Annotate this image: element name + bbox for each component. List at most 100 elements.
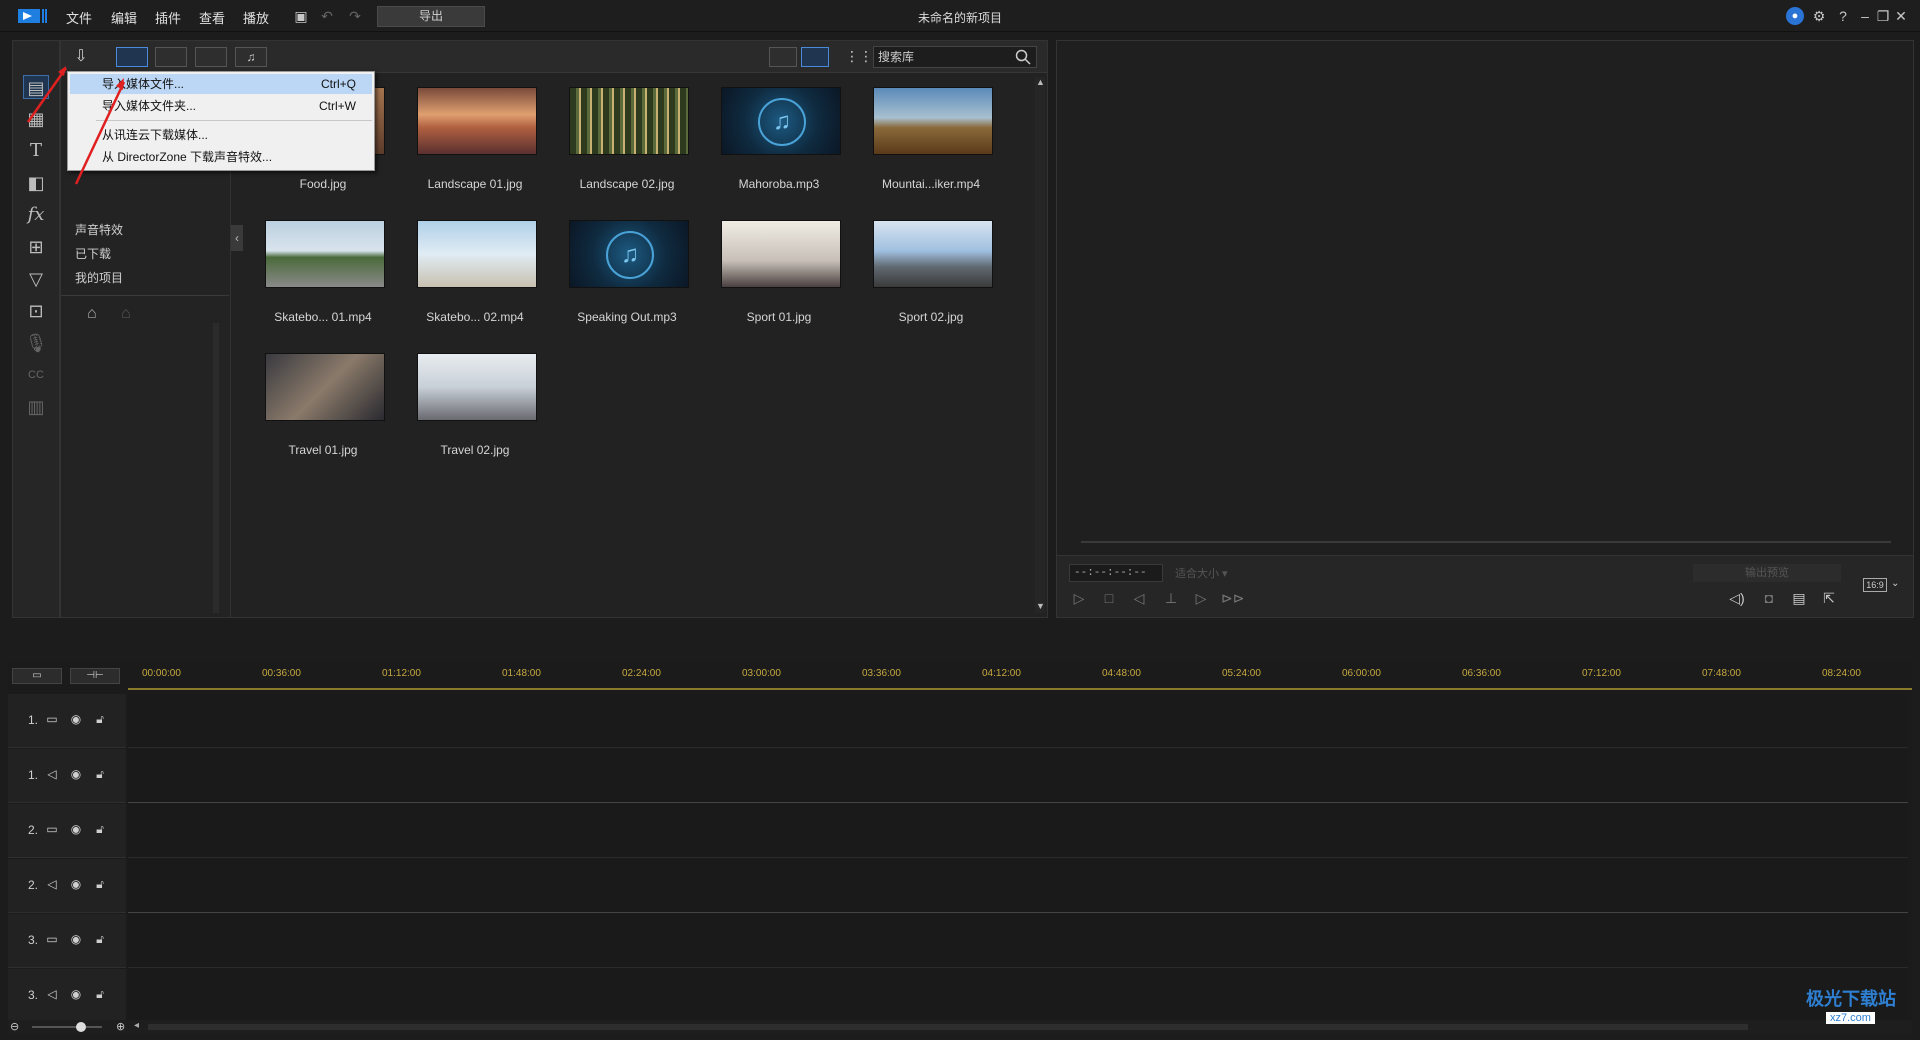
close-icon[interactable]: ✕: [1892, 7, 1910, 25]
collapse-panel-icon[interactable]: ‹: [231, 225, 243, 251]
track-header-video-2[interactable]: 2. ▭ ◉ 🔓︎: [8, 804, 126, 858]
restore-icon[interactable]: ❐: [1874, 7, 1892, 25]
settings-icon[interactable]: ⚙: [1810, 7, 1828, 25]
output-preview-button[interactable]: 输出预览: [1693, 564, 1841, 582]
next-frame-icon[interactable]: ▷: [1191, 588, 1211, 608]
menu-edit[interactable]: 编辑: [111, 8, 137, 27]
undo-icon[interactable]: ↶: [318, 7, 336, 25]
save-icon[interactable]: ▣: [292, 7, 310, 25]
lock-icon[interactable]: 🔓︎: [92, 821, 108, 837]
lock-icon[interactable]: 🔓︎: [92, 931, 108, 947]
preview-scrubber[interactable]: [1081, 541, 1891, 543]
media-room-icon[interactable]: ▤: [23, 75, 49, 99]
track-header-video-1[interactable]: 1. ▭ ◉ 🔓︎: [8, 694, 126, 748]
eye-icon[interactable]: ◉: [68, 876, 84, 892]
scroll-down-icon[interactable]: ▼: [1036, 601, 1045, 611]
import-icon[interactable]: ⇩: [67, 47, 95, 67]
menu-plugins[interactable]: 插件: [155, 8, 181, 27]
export-button[interactable]: 导出: [377, 6, 485, 27]
cc-room-icon[interactable]: CC: [23, 363, 49, 387]
track-header-audio-2[interactable]: 2. ◁ ◉ 🔓︎: [8, 859, 126, 913]
redo-icon[interactable]: ↷: [346, 7, 364, 25]
media-item[interactable]: ♫ Speaking Out.mp3: [565, 214, 689, 332]
media-item[interactable]: Travel 01.jpg: [261, 347, 385, 465]
category-sound-effects[interactable]: 声音特效: [75, 221, 123, 238]
volume-icon[interactable]: ◁): [1727, 588, 1747, 608]
chapter-room-icon[interactable]: ▥: [23, 395, 49, 419]
voice-room-icon[interactable]: 🎙: [23, 331, 49, 355]
media-item[interactable]: Landscape 01.jpg: [413, 81, 537, 199]
grid-view-icon[interactable]: [801, 47, 829, 67]
lock-icon[interactable]: 🔓︎: [92, 766, 108, 782]
scroll-left-icon[interactable]: ◂: [134, 1020, 139, 1031]
popout-icon[interactable]: ⇱: [1819, 588, 1839, 608]
title-room-icon[interactable]: T: [23, 139, 49, 163]
minimize-icon[interactable]: –: [1856, 7, 1874, 25]
import-media-files-item[interactable]: 导入媒体文件... Ctrl+Q: [70, 74, 372, 94]
stop-icon[interactable]: □: [1099, 588, 1119, 608]
track-header-video-3[interactable]: 3. ▭ ◉ 🔓︎: [8, 914, 126, 968]
eye-icon[interactable]: ◉: [68, 986, 84, 1002]
help-icon[interactable]: ?: [1834, 7, 1852, 25]
track-lane[interactable]: [128, 969, 1908, 1023]
pip-room-icon[interactable]: ⊞: [23, 235, 49, 259]
track-header-audio-3[interactable]: 3. ◁ ◉ 🔓︎: [8, 969, 126, 1023]
timeline-ruler[interactable]: 00:00:00 00:36:00 01:12:00 01:48:00 02:2…: [128, 662, 1912, 690]
category-my-projects[interactable]: 我的项目: [75, 269, 123, 286]
track-lane[interactable]: [128, 694, 1908, 748]
media-item[interactable]: Skatebo... 02.mp4: [413, 214, 537, 332]
fast-forward-icon[interactable]: ⊳⊳: [1221, 588, 1244, 608]
library-scrollbar[interactable]: ▲ ▼: [1035, 77, 1045, 613]
zoom-out-icon[interactable]: ⊖: [10, 1020, 19, 1033]
chevron-down-icon[interactable]: ⌄: [1891, 578, 1899, 589]
search-input[interactable]: 搜索库: [873, 46, 1037, 68]
category-scrollbar[interactable]: [213, 323, 219, 613]
track-lane[interactable]: [128, 859, 1908, 913]
fit-timeline-icon[interactable]: ⊣⊢: [70, 668, 120, 684]
track-header-audio-1[interactable]: 1. ◁ ◉ 🔓︎: [8, 749, 126, 803]
particle-room-icon[interactable]: ▽: [23, 267, 49, 291]
eye-icon[interactable]: ◉: [68, 931, 84, 947]
subtitle-room-icon[interactable]: ⊡: [23, 299, 49, 323]
fit-size-dropdown[interactable]: 适合大小 ▾: [1175, 565, 1228, 581]
zoom-slider[interactable]: [32, 1026, 102, 1028]
eye-icon[interactable]: ◉: [68, 821, 84, 837]
zoom-in-icon[interactable]: ⊕: [116, 1020, 125, 1033]
track-lane[interactable]: [128, 804, 1908, 858]
prev-frame-icon[interactable]: ◁: [1129, 588, 1149, 608]
media-item[interactable]: ♫ Mahoroba.mp3: [717, 81, 841, 199]
timecode-display[interactable]: --:--:--:--: [1069, 564, 1163, 582]
effect-room-icon[interactable]: fx: [23, 203, 49, 227]
all-media-filter-icon[interactable]: [116, 47, 148, 67]
zoom-slider-handle[interactable]: [76, 1022, 86, 1032]
remove-tag-icon[interactable]: ⌂: [121, 305, 131, 323]
snapshot-icon[interactable]: ◘: [1759, 588, 1779, 608]
download-directorzone-item[interactable]: 从 DirectorZone 下载声音特效...: [70, 147, 372, 167]
split-icon[interactable]: ⊥: [1161, 588, 1181, 608]
timeline-scrollbar[interactable]: [148, 1024, 1748, 1030]
lock-icon[interactable]: 🔓︎: [92, 876, 108, 892]
menu-view[interactable]: 查看: [199, 8, 225, 27]
list-view-icon[interactable]: [769, 47, 797, 67]
track-lane[interactable]: [128, 749, 1908, 803]
transition-room-icon[interactable]: ◧: [23, 171, 49, 195]
subtitle-icon[interactable]: ▤: [1789, 588, 1809, 608]
media-item[interactable]: Mountai...iker.mp4: [869, 81, 993, 199]
search-icon[interactable]: [1015, 49, 1031, 65]
eye-icon[interactable]: ◉: [68, 766, 84, 782]
scroll-up-icon[interactable]: ▲: [1036, 77, 1045, 87]
lock-icon[interactable]: 🔓︎: [92, 711, 108, 727]
more-icon[interactable]: ⋮⋮: [845, 48, 873, 65]
audio-filter-icon[interactable]: ♫: [235, 47, 267, 67]
media-item[interactable]: Landscape 02.jpg: [565, 81, 689, 199]
menu-play[interactable]: 播放: [243, 8, 269, 27]
add-tag-icon[interactable]: ⌂: [87, 305, 97, 323]
aspect-ratio-button[interactable]: 16:9: [1863, 578, 1887, 592]
timeline-view-button[interactable]: ▭: [12, 668, 62, 684]
account-icon[interactable]: ●: [1786, 7, 1804, 25]
media-item[interactable]: Travel 02.jpg: [413, 347, 537, 465]
image-filter-icon[interactable]: [195, 47, 227, 67]
import-media-folder-item[interactable]: 导入媒体文件夹... Ctrl+W: [70, 96, 372, 116]
menu-file[interactable]: 文件: [66, 8, 92, 27]
track-lane[interactable]: [128, 914, 1908, 968]
